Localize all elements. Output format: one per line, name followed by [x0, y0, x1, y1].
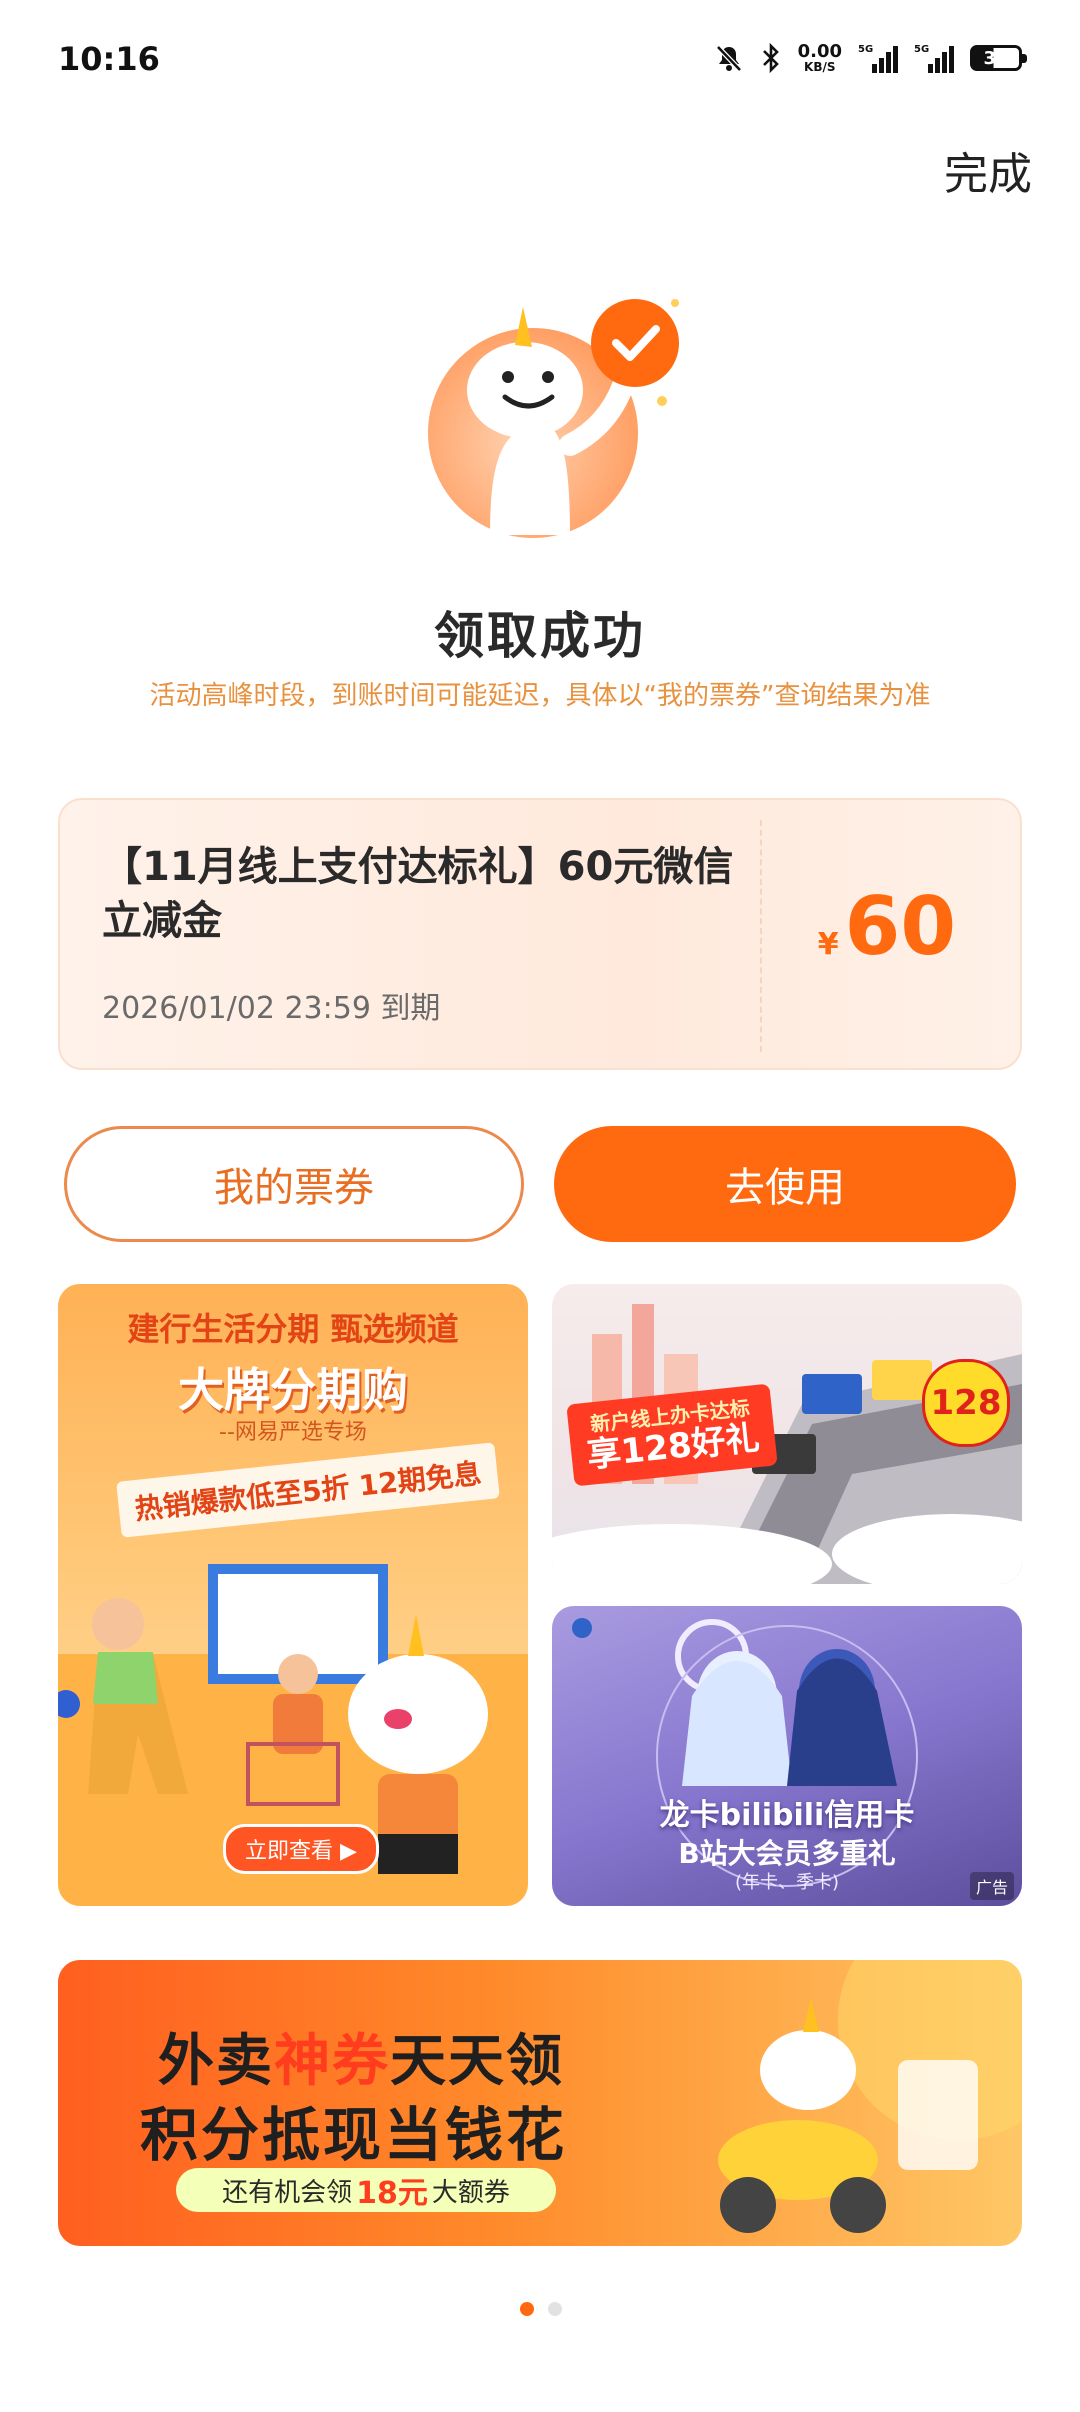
battery-icon: 39 [970, 45, 1027, 71]
delay-notice: 活动高峰时段，到账时间可能延迟，具体以“我的票券”查询结果为准 [149, 681, 931, 711]
success-mascot-icon [428, 299, 679, 538]
pager-dot-2[interactable] [548, 2302, 562, 2316]
bluetooth-icon [762, 43, 779, 73]
status-time: 10:16 [58, 40, 160, 78]
view-now-button[interactable]: 立即查看 ▶ [223, 1824, 379, 1874]
svg-text:5G: 5G [858, 44, 873, 55]
banner-takeaway-line2: 积分抵现当钱花 [140, 2101, 568, 2169]
banner-bilibili-subtitle: B站大会员多重礼 [678, 1837, 896, 1870]
network-speed: 0.00 KB/S [797, 41, 842, 74]
coupon-expiry: 2026/01/02 23:59 到期 [102, 991, 441, 1026]
banner-installment[interactable]: 建行生活分期 甄选频道 大牌分期购 --网易严选专场 热销爆款低至5折 12期免… [58, 1284, 528, 1906]
coupon-name: 【11月线上支付达标礼】60元微信立减金 [102, 844, 734, 944]
svg-text:5G: 5G [914, 44, 929, 55]
banner-installment-line2: 大牌分期购 [178, 1363, 408, 1417]
banner-bilibili-note: (年卡、季卡) [734, 1872, 840, 1893]
coupon-divider [760, 820, 762, 1052]
banner-new-card[interactable]: 新户线上办卡达标 享128好礼 128 [552, 1284, 1022, 1584]
carousel-pager [520, 2302, 562, 2316]
status-icons: 0.00 KB/S 5G 5G 39 [714, 38, 1027, 78]
banner-bilibili-title: 龙卡bilibili信用卡 [659, 1798, 915, 1833]
my-tickets-button[interactable]: 我的票券 [64, 1126, 524, 1242]
success-title: 领取成功 [434, 607, 646, 665]
banner-takeaway-line1: 外卖神券天天领 [158, 2029, 564, 2094]
banner-installment-line1: 建行生活分期 甄选频道 [127, 1310, 459, 1348]
signal-sim1-icon: 5G [858, 44, 898, 73]
coupon-currency: ¥ [817, 927, 839, 962]
banner-installment-ribbon: 热销爆款低至5折 12期免息 [116, 1442, 500, 1538]
banner-bilibili-card[interactable]: 龙卡bilibili信用卡 B站大会员多重礼 (年卡、季卡) 广告 [552, 1606, 1022, 1906]
banner-installment-line3: --网易严选专场 [219, 1420, 367, 1445]
signal-sim2-icon: 5G [914, 44, 954, 73]
scooter-mascot-illustration [718, 1960, 1022, 2233]
mute-bell-icon [715, 45, 742, 72]
coupon-amount: ¥ 60 [818, 880, 956, 973]
banner-new-card-badge: 128 [922, 1359, 1010, 1447]
pager-dot-1[interactable] [520, 2302, 534, 2316]
coupon-card: 【11月线上支付达标礼】60元微信立减金 2026/01/02 23:59 到期… [58, 798, 1022, 1070]
done-button[interactable]: 完成 [944, 138, 1032, 202]
coupon-value: 60 [844, 880, 956, 973]
banner-takeaway[interactable]: 外卖神券天天领 积分抵现当钱花 还有机会领 18元 大额券 [58, 1960, 1022, 2246]
ad-label: 广告 [969, 1872, 1014, 1900]
use-now-button[interactable]: 去使用 [554, 1126, 1016, 1242]
banner-takeaway-pill: 还有机会领 18元 大额券 [176, 2168, 556, 2212]
